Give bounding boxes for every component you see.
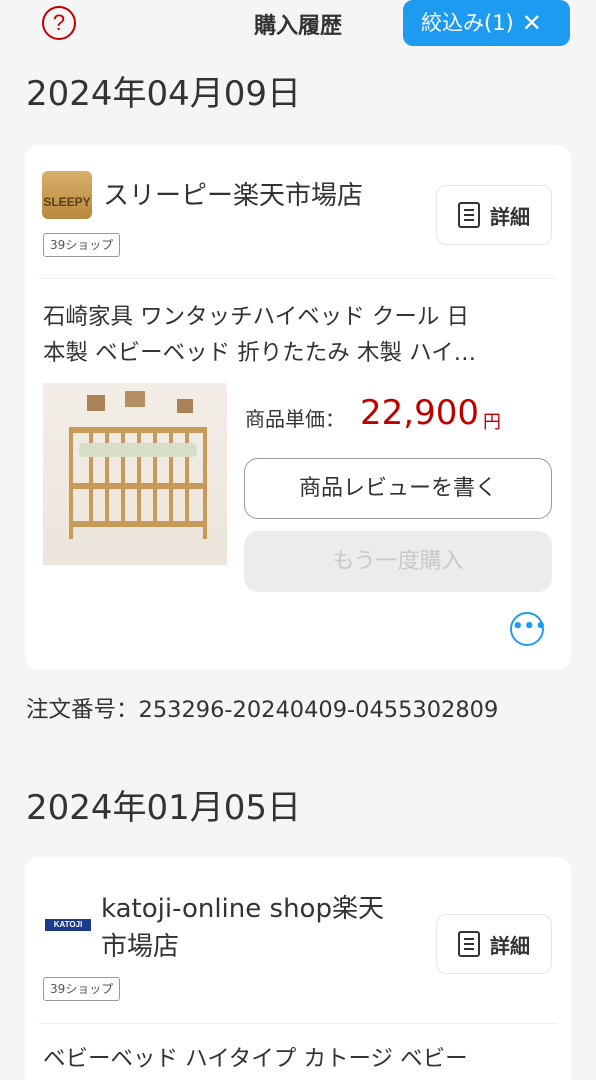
product-title-line[interactable]: 本製 ベビーベッド 折りたたみ 木製 ハイ… — [43, 335, 543, 371]
more-options-icon[interactable]: ••• — [510, 612, 547, 646]
shop-logo[interactable]: SLEEPY — [42, 171, 92, 219]
detail-label: 詳細 — [490, 933, 530, 958]
product-title-line[interactable]: 石崎家具 ワンタッチハイベッド クール 日 — [43, 299, 543, 335]
shop-name-link[interactable]: スリーピー楽天市場店 — [103, 178, 363, 214]
filter-button[interactable]: 絞込み(1) ✕ — [403, 0, 570, 46]
detail-label: 詳細 — [490, 204, 530, 229]
shop-badge: 39ショップ — [43, 233, 121, 257]
divider — [39, 1023, 557, 1024]
order-date-heading: 2024年04月09日 — [26, 74, 302, 114]
detail-button[interactable]: 詳細 — [436, 185, 552, 245]
write-review-button[interactable]: 商品レビューを書く — [244, 458, 552, 519]
price-value: 22,900 — [360, 393, 479, 433]
document-icon — [458, 202, 480, 228]
detail-button[interactable]: 詳細 — [436, 914, 552, 974]
price-unit: 円 — [483, 412, 501, 433]
product-image[interactable] — [43, 383, 227, 565]
order-date-heading: 2024年01月05日 — [26, 788, 302, 828]
order-card: SLEEPY スリーピー楽天市場店 39ショップ 詳細 石崎家具 ワンタッチハイ… — [25, 145, 571, 670]
price-label: 商品単価： — [245, 407, 345, 431]
document-icon — [458, 931, 480, 957]
shop-badge: 39ショップ — [43, 977, 121, 1001]
product-title-line[interactable]: ベビーベッド ハイタイプ カトージ ベビー — [43, 1041, 543, 1077]
filter-label: 絞込み(1) — [421, 11, 514, 35]
buy-again-button[interactable]: もう一度購入 — [244, 531, 552, 592]
order-card: KATOJI katoji-online shop楽天 市場店 39ショップ 詳… — [25, 857, 571, 1080]
shop-name-link[interactable]: 市場店 — [101, 929, 179, 965]
header-bar: ? 購入履歴 絞込み(1) ✕ — [0, 0, 596, 48]
order-number: 注文番号：253296-20240409-0455302809 — [26, 697, 499, 723]
shop-name-link[interactable]: katoji-online shop楽天 — [101, 891, 384, 927]
shop-logo[interactable]: KATOJI — [45, 919, 91, 931]
close-icon[interactable]: ✕ — [522, 0, 542, 46]
divider — [39, 278, 557, 279]
